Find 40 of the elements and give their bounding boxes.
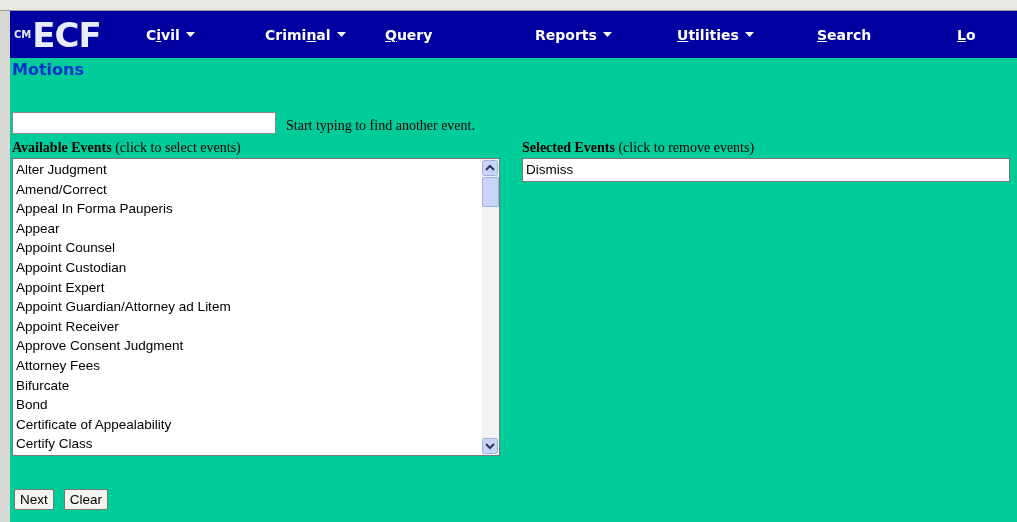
menu-item[interactable]: Lo xyxy=(957,26,1017,43)
search-field[interactable] xyxy=(12,112,276,134)
event-option[interactable]: Alter Judgment xyxy=(16,160,479,180)
list-heading: Selected Events (click to remove events) xyxy=(522,140,756,157)
menu-item[interactable]: Utilities xyxy=(677,26,817,43)
list-heading: Available Events (click to select events) xyxy=(12,140,242,157)
event-option[interactable]: Appeal In Forma Pauperis xyxy=(16,199,479,219)
event-option[interactable]: Bifurcate xyxy=(16,375,479,396)
event-option[interactable]: Amend/Correct xyxy=(16,179,479,200)
event-option[interactable]: Appoint Counsel xyxy=(16,238,479,258)
caret-icon xyxy=(744,31,754,38)
scrollbar-thumb[interactable] xyxy=(482,177,499,207)
page-title: Motions xyxy=(11,59,85,80)
event-option[interactable]: Approve Consent Judgment xyxy=(16,336,479,356)
event-option[interactable]: Certificate of Appealability xyxy=(16,414,479,435)
menu-item[interactable]: Civil xyxy=(146,26,265,43)
clear-button[interactable]: Clear xyxy=(63,489,109,510)
caret-icon xyxy=(602,31,612,38)
event-option[interactable]: Bond xyxy=(16,395,479,415)
logo-small-text: CM xyxy=(14,29,32,40)
event-option[interactable]: Appoint Guardian/Attorney ad Litem xyxy=(16,297,479,317)
menu-item[interactable]: Search xyxy=(817,26,957,43)
scrollbar[interactable] xyxy=(482,159,499,455)
menu-item[interactable]: Query xyxy=(385,26,535,43)
event-option[interactable]: Appoint Custodian xyxy=(16,257,479,278)
event-option[interactable]: Appoint Receiver xyxy=(16,316,479,337)
event-option[interactable]: Appoint Expert xyxy=(16,277,479,298)
event-option[interactable]: Attorney Fees xyxy=(16,355,479,376)
caret-icon xyxy=(185,31,195,38)
next-button[interactable]: Next xyxy=(14,489,54,510)
search-hint: Start typing to find another event. xyxy=(286,118,475,134)
scroll-down-icon xyxy=(482,438,498,454)
menu-item[interactable]: Criminal xyxy=(265,26,385,43)
event-option[interactable]: Appear xyxy=(16,218,479,239)
event-option[interactable]: Certify Class xyxy=(16,434,479,454)
logo-text: ECF xyxy=(32,14,101,55)
caret-icon xyxy=(336,31,346,38)
available-events-list[interactable] xyxy=(12,158,500,456)
scroll-up-icon xyxy=(482,160,498,176)
menu-item[interactable]: Reports xyxy=(535,26,677,43)
